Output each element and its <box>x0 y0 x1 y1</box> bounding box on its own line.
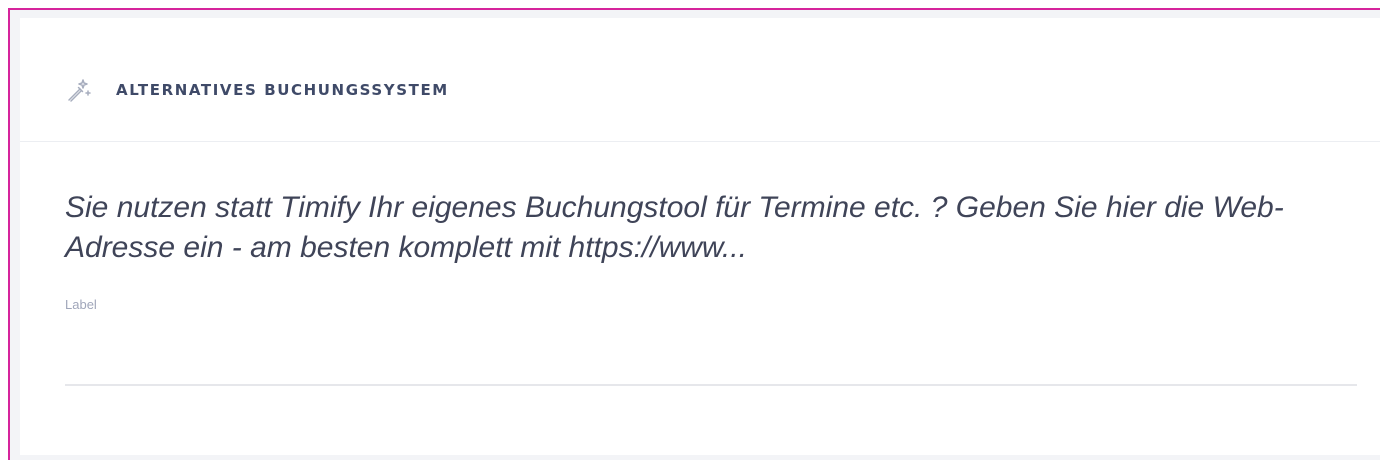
booking-url-input[interactable] <box>65 326 1357 386</box>
magic-wand-icon <box>66 77 92 103</box>
card-header: ALTERNATIVES BUCHUNGSSYSTEM <box>20 18 1380 142</box>
panel-frame: ALTERNATIVES BUCHUNGSSYSTEM Sie nutzen s… <box>8 8 1380 460</box>
settings-card: ALTERNATIVES BUCHUNGSSYSTEM Sie nutzen s… <box>20 18 1380 455</box>
section-title: ALTERNATIVES BUCHUNGSSYSTEM <box>116 81 449 99</box>
field-description: Sie nutzen statt Timify Ihr eigenes Buch… <box>65 191 1284 264</box>
field-label: Label <box>65 297 97 312</box>
